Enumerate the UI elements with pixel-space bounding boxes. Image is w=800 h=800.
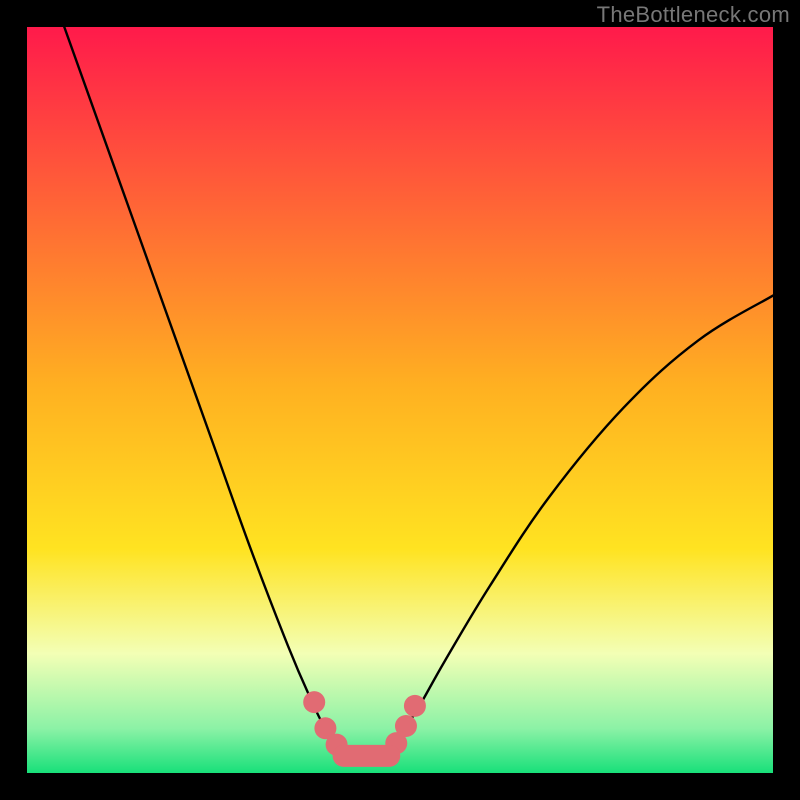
marker-trough-bar (333, 745, 401, 767)
marker-right-dots-pt (404, 695, 426, 717)
bottleneck-chart (0, 0, 800, 800)
chart-frame: TheBottleneck.com (0, 0, 800, 800)
watermark-text: TheBottleneck.com (597, 2, 790, 28)
marker-right-dots-pt (395, 715, 417, 737)
plot-background (27, 27, 773, 773)
marker-left-dots-pt (303, 691, 325, 713)
